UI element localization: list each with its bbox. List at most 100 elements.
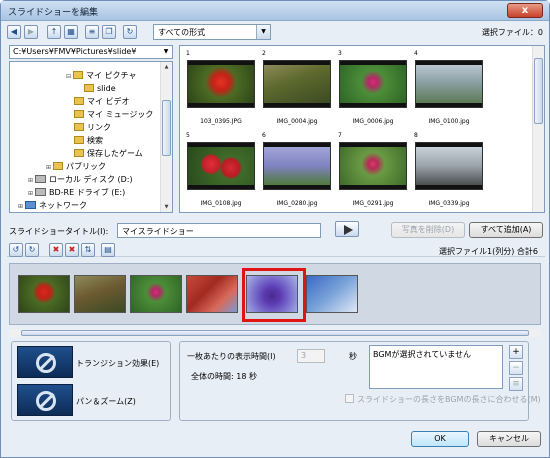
tree-item-public[interactable]: ⊞ パブリック — [46, 161, 106, 173]
slideshow-title-input[interactable]: マイスライドショー — [117, 223, 321, 238]
scroll-down-icon[interactable]: ▼ — [162, 202, 171, 212]
copy-icon[interactable]: ❐ — [102, 25, 116, 39]
photo-thumbnail — [416, 65, 482, 103]
none-icon — [36, 353, 56, 373]
photo-tile[interactable]: 1 103_0395.JPG — [184, 50, 260, 128]
tree-item-my-music[interactable]: マイ ミュージック — [74, 109, 153, 121]
photo-thumbnail — [264, 65, 330, 103]
tree-item-my-video[interactable]: マイ ビデオ — [74, 96, 130, 108]
photo-grid: 1 103_0395.JPG 2 IMG_0004.jpg 3 IMG_0006.jp… — [179, 45, 545, 213]
seconds-unit: 秒 — [349, 352, 357, 361]
strip-thumbnail[interactable] — [186, 275, 238, 313]
photo-tile[interactable]: 2 IMG_0004.jpg — [260, 50, 336, 128]
delete-icon[interactable]: ✖ — [49, 243, 63, 257]
fit-to-bgm-checkbox[interactable] — [345, 394, 354, 403]
photo-tile[interactable]: 3 IMG_0006.jpg — [336, 50, 412, 128]
sort-icon[interactable]: ⇅ — [81, 243, 95, 257]
ok-button[interactable]: OK — [411, 431, 469, 447]
bgm-status: BGMが選択されていません — [373, 350, 471, 359]
strip-thumbnail[interactable] — [306, 275, 358, 313]
remove-bgm-icon[interactable]: − — [509, 361, 523, 375]
refresh-icon[interactable]: ↻ — [123, 25, 137, 39]
folder-icon — [84, 84, 94, 92]
folder-icon — [74, 97, 84, 105]
strip-thumbnail[interactable] — [74, 275, 126, 313]
effects-panel: トランジション効果(E) パン＆ズーム(Z) — [11, 341, 171, 421]
folder-icon — [74, 123, 84, 131]
photo-tile[interactable]: 8 IMG_0339.jpg — [412, 132, 488, 210]
remove-photo-button[interactable]: 写真を削除(D) — [391, 222, 465, 238]
chevron-down-icon: ▼ — [163, 48, 169, 55]
add-all-button[interactable]: すべて追加(A) — [469, 222, 543, 238]
photo-tile[interactable]: 5 IMG_0108.jpg — [184, 132, 260, 210]
bd-drive-icon — [35, 188, 46, 196]
tree-item-my-pictures[interactable]: ⊟ マイ ピクチャ — [66, 70, 136, 82]
photo-tile[interactable]: 4 IMG_0100.jpg — [412, 50, 488, 128]
fit-to-bgm-label: スライドショーの長さをBGMの長さに合わせる(M) — [357, 395, 541, 404]
tree-item-local-disk-d[interactable]: ⊞ ローカル ディスク (D:) — [28, 174, 133, 186]
tree-item-search[interactable]: 検索 — [74, 135, 103, 147]
details-icon[interactable]: ≡ — [85, 25, 99, 39]
tree-item-saved-games[interactable]: 保存したゲーム — [74, 148, 143, 160]
menu-icon[interactable]: ▤ — [101, 243, 115, 257]
cancel-button[interactable]: キャンセル — [477, 431, 541, 447]
folder-icon — [73, 71, 83, 79]
transition-effect-button[interactable] — [17, 346, 73, 378]
folder-up-icon[interactable]: ↑ — [47, 25, 61, 39]
close-button[interactable]: x — [507, 3, 543, 18]
scroll-thumb[interactable] — [21, 330, 529, 336]
slideshow-selected-info: 選択ファイル1(列分) 合計6 — [439, 247, 538, 256]
tree-vertical-scrollbar[interactable]: ▲ ▼ — [160, 62, 172, 212]
scroll-up-icon[interactable]: ▲ — [162, 62, 171, 72]
rotate-right-icon[interactable]: ↻ — [25, 243, 39, 257]
slideshow-title-label: スライドショータイトル(I): — [9, 227, 109, 236]
tree-item-slide[interactable]: slide — [84, 83, 116, 95]
folder-icon — [74, 136, 84, 144]
tree-item-network[interactable]: ⊞ ネットワーク — [18, 200, 87, 212]
photo-thumbnail — [340, 65, 406, 103]
rotate-left-icon[interactable]: ↺ — [9, 243, 23, 257]
view-icon[interactable]: ▦ — [64, 25, 78, 39]
strip-thumbnail[interactable] — [130, 275, 182, 313]
drive-icon — [35, 175, 46, 183]
back-icon[interactable]: ◀ — [7, 25, 21, 39]
strip-horizontal-scrollbar[interactable] — [9, 329, 541, 337]
grid-vertical-scrollbar[interactable] — [532, 46, 544, 212]
collapse-icon[interactable]: ⊟ — [66, 71, 73, 83]
per-slide-time-spinner[interactable]: 3 — [297, 349, 325, 363]
forward-icon[interactable]: ▶ — [24, 25, 38, 39]
total-time: 全体の時間: 18 秒 — [191, 372, 257, 381]
toolbar: ◀ ▶ ↑ ▦ ≡ ❐ ↻ すべての形式 ▼ 選択ファイル：0 — [7, 24, 547, 41]
folder-icon — [53, 162, 63, 170]
tree-item-bd-re-drive[interactable]: ⊞ BD-RE ドライブ (E:) — [28, 187, 125, 199]
scroll-thumb[interactable] — [162, 100, 171, 156]
pan-zoom-button[interactable] — [17, 384, 73, 416]
expand-icon[interactable]: ⊞ — [18, 201, 25, 212]
photo-thumbnail — [416, 147, 482, 185]
folder-tree: ⊟ マイ ピクチャ slide マイ ビデオ マイ ミュージック リンク 検索 保… — [9, 61, 173, 213]
pan-zoom-label: パン＆ズーム(Z) — [76, 397, 136, 406]
expand-icon[interactable]: ⊞ — [28, 188, 35, 200]
transition-label: トランジション効果(E) — [76, 359, 160, 368]
photo-tile[interactable]: 7 IMG_0291.jpg — [336, 132, 412, 210]
expand-icon[interactable]: ⊞ — [28, 175, 35, 187]
selected-count: 選択ファイル：0 — [481, 28, 543, 37]
tree-item-links[interactable]: リンク — [74, 122, 111, 134]
delete-all-icon[interactable]: ✖ — [65, 243, 79, 257]
path-combobox[interactable]: C:¥Users¥FMV¥Pictures¥slide¥ ▼ — [9, 45, 173, 59]
per-slide-time-label: 一枚あたりの表示時間(I) — [187, 352, 276, 361]
play-button[interactable] — [335, 221, 359, 237]
bgm-list[interactable]: BGMが選択されていません — [369, 345, 503, 389]
folder-icon — [74, 149, 84, 157]
scroll-thumb[interactable] — [534, 58, 543, 124]
bgm-settings-icon[interactable]: ≡ — [509, 377, 523, 391]
window-title: スライドショーを編集 — [8, 8, 99, 18]
selection-highlight — [242, 268, 306, 322]
path-value: C:¥Users¥FMV¥Pictures¥slide¥ — [13, 47, 137, 56]
strip-thumbnail[interactable] — [18, 275, 70, 313]
file-type-select[interactable]: すべての形式 ▼ — [153, 24, 271, 40]
add-bgm-icon[interactable]: + — [509, 345, 523, 359]
folder-icon — [74, 110, 84, 118]
expand-icon[interactable]: ⊞ — [46, 162, 53, 174]
photo-tile[interactable]: 6 IMG_0280.jpg — [260, 132, 336, 210]
